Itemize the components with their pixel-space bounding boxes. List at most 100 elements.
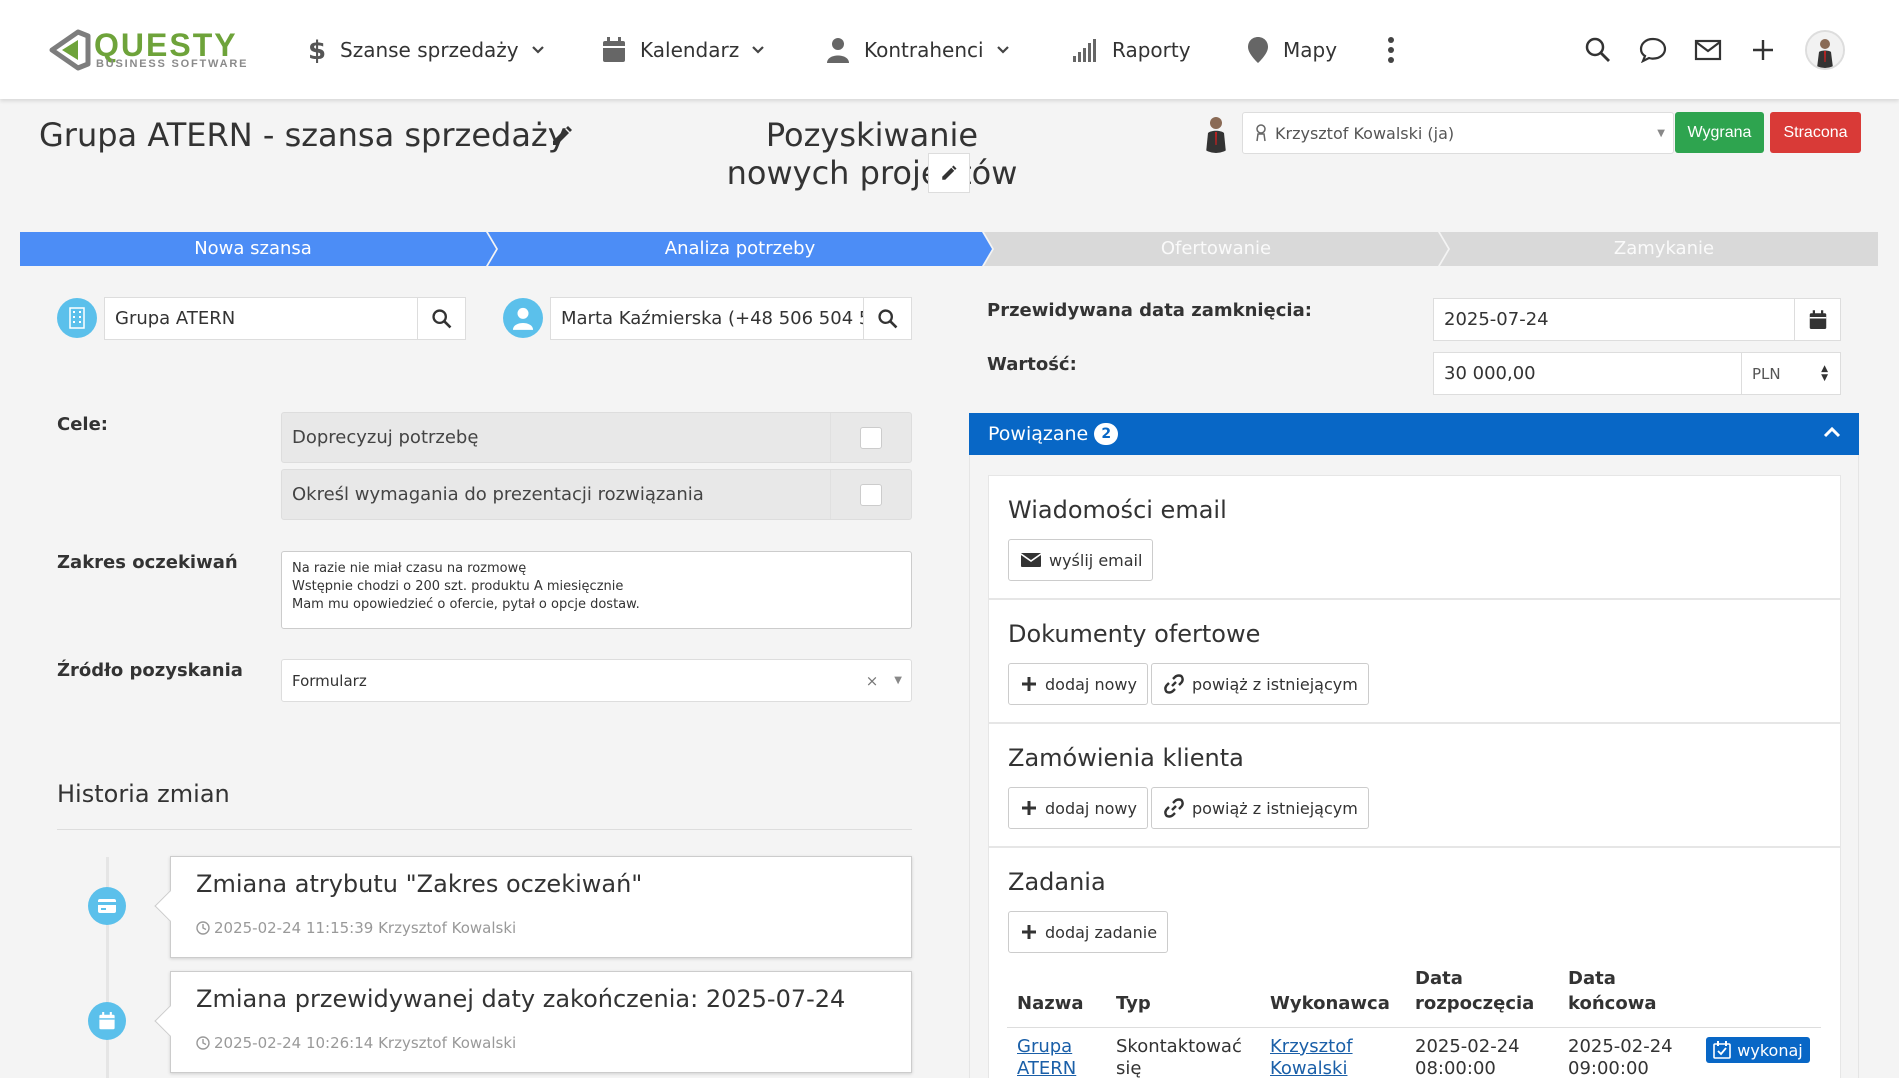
goal-checkbox[interactable] (860, 426, 882, 449)
amount-field[interactable]: 30 000,00 PLN ▲ ▼ (1433, 352, 1841, 395)
history-entry-title: Zmiana atrybutu "Zakres oczekiwań" (196, 870, 643, 898)
owner-select[interactable]: Krzysztof Kowalski (ja) ▼ (1242, 112, 1674, 154)
envelope-icon (1021, 553, 1041, 567)
task-name-link[interactable]: Grupa ATERN (1017, 1036, 1076, 1078)
contact-search-button[interactable] (863, 298, 911, 339)
add-order-button[interactable]: dodaj nowy (1008, 787, 1148, 829)
link-order-button[interactable]: powiąż z istniejącym (1151, 787, 1369, 829)
questy-logo[interactable]: QUESTY BUSINESS SOFTWARE (48, 28, 263, 72)
related-count-badge: 2 (1094, 423, 1119, 445)
link-offer-button[interactable]: powiąż z istniejącym (1151, 663, 1369, 705)
mail-button[interactable] (1690, 32, 1726, 68)
calendar-icon (603, 37, 625, 62)
building-icon (69, 307, 85, 329)
stage-closing[interactable]: Zamykanie (1450, 232, 1878, 266)
source-select[interactable]: Formularz × ▼ (281, 659, 912, 702)
link-icon (1164, 674, 1184, 694)
logo-name: QUESTY (94, 27, 238, 63)
calendar-icon (1809, 309, 1826, 329)
sales-pipeline: Nowa szansa Analiza potrzeby Ofertowanie… (20, 232, 1878, 266)
nav-label: Kontrahenci (864, 38, 984, 62)
add-task-label: dodaj zadanie (1045, 922, 1158, 942)
company-search-button[interactable] (417, 298, 465, 339)
close-date-field[interactable]: 2025-07-24 (1433, 298, 1841, 341)
user-avatar[interactable] (1805, 30, 1845, 70)
source-value: Formularz (292, 671, 367, 690)
tasks-title: Zadania (1008, 868, 1106, 896)
amount-value[interactable]: 30 000,00 (1434, 353, 1741, 394)
lost-button[interactable]: Stracona (1770, 112, 1861, 153)
goal-checkbox[interactable] (860, 483, 882, 506)
svg-text:$: $ (308, 36, 326, 64)
related-panel-header[interactable]: Powiązane 2 (969, 413, 1859, 455)
contact-value[interactable]: Marta Kaźmierska (+48 506 504 5 (551, 298, 863, 339)
stage-new-opportunity[interactable]: Nowa szansa (20, 232, 486, 266)
add-task-button[interactable]: dodaj zadanie (1008, 911, 1169, 953)
nav-more-button[interactable] (1386, 30, 1396, 70)
goal-text: Określ wymagania do prezentacji rozwiąza… (292, 484, 704, 505)
nav-sales-opportunities[interactable]: $ Szanse sprzedaży (306, 30, 545, 70)
task-assignee-link[interactable]: Krzysztof Kowalski (1270, 1036, 1353, 1078)
add-order-label: dodaj nowy (1045, 798, 1137, 818)
nav-label: Kalendarz (640, 38, 740, 62)
clear-icon[interactable]: × (866, 672, 879, 690)
expectations-label: Zakres oczekiwań (57, 552, 238, 573)
source-label: Źródło pozyskania (57, 660, 243, 681)
caret-down-icon: ▼ (1657, 128, 1665, 139)
date-picker-button[interactable] (1794, 299, 1840, 340)
person-outline-icon (1256, 124, 1266, 142)
owner-avatar-icon (1206, 117, 1226, 153)
person-icon (827, 38, 849, 63)
add-offer-button[interactable]: dodaj nowy (1008, 663, 1148, 705)
send-email-button[interactable]: wyślij email (1008, 539, 1154, 581)
task-type: Skontaktować się (1116, 1036, 1242, 1078)
chevron-up-icon[interactable] (1823, 425, 1841, 439)
clock-icon (196, 921, 210, 935)
task-end-date: 2025-02-24 09:00:00 (1568, 1036, 1673, 1078)
goals-label: Cele: (57, 414, 108, 435)
card-arrow (154, 890, 186, 922)
add-offer-label: dodaj nowy (1045, 674, 1137, 694)
goal-item[interactable]: Określ wymagania do prezentacji rozwiąza… (281, 469, 912, 520)
stage-needs-analysis[interactable]: Analiza potrzeby (498, 232, 982, 266)
customer-orders-section: Zamówienia klienta dodaj nowy powiąż z i… (988, 723, 1841, 847)
history-entry-meta: 2025-02-24 10:26:14 Krzysztof Kowalski (196, 1034, 516, 1052)
history-title: Historia zmian (57, 780, 230, 808)
execute-task-button[interactable]: wykonaj (1706, 1037, 1810, 1063)
top-navbar: QUESTY BUSINESS SOFTWARE $ Szanse sprzed… (0, 0, 1899, 99)
company-value[interactable]: Grupa ATERN (105, 298, 417, 339)
history-entry-title: Zmiana przewidywanej daty zakończenia: 2… (196, 985, 846, 1013)
nav-label: Mapy (1283, 38, 1338, 62)
search-button[interactable] (1580, 32, 1616, 68)
calendar-check-icon (1713, 1041, 1732, 1059)
chat-icon (1639, 37, 1667, 63)
nav-maps[interactable]: Mapy (1247, 30, 1337, 70)
goal-item[interactable]: Doprecyzuj potrzebę (281, 412, 912, 463)
add-button[interactable] (1745, 32, 1781, 68)
company-lookup[interactable]: Grupa ATERN (104, 297, 466, 340)
mail-icon (1694, 39, 1722, 61)
edit-opportunity-name-button[interactable] (928, 153, 970, 193)
stage-offering[interactable]: Ofertowanie (994, 232, 1438, 266)
pencil-icon (942, 165, 957, 180)
close-date-value[interactable]: 2025-07-24 (1434, 299, 1794, 340)
nav-calendar[interactable]: Kalendarz (602, 30, 765, 70)
contact-lookup[interactable]: Marta Kaźmierska (+48 506 504 5 (550, 297, 912, 340)
currency-select[interactable]: PLN ▲ ▼ (1741, 353, 1840, 394)
currency-value: PLN (1752, 364, 1781, 383)
chat-button[interactable] (1635, 32, 1671, 68)
amount-label: Wartość: (987, 354, 1077, 375)
edit-title-button[interactable] (550, 124, 574, 152)
execute-task-label: wykonaj (1737, 1040, 1803, 1060)
offer-documents-title: Dokumenty ofertowe (1008, 620, 1261, 648)
close-date-label: Przewidywana data zamknięcia: (987, 300, 1312, 321)
nav-reports[interactable]: Raporty (1072, 30, 1191, 70)
history-divider (57, 829, 912, 830)
chevron-down-icon (531, 46, 544, 54)
column-header-assignee: Wykonawca (1270, 993, 1390, 1014)
person-icon (512, 307, 534, 330)
won-button[interactable]: Wygrana (1675, 112, 1764, 153)
pencil-icon (553, 126, 572, 145)
expectations-textarea[interactable]: Na razie nie miał czasu na rozmowę Wstęp… (281, 551, 912, 629)
nav-contractors[interactable]: Kontrahenci (826, 30, 1010, 70)
